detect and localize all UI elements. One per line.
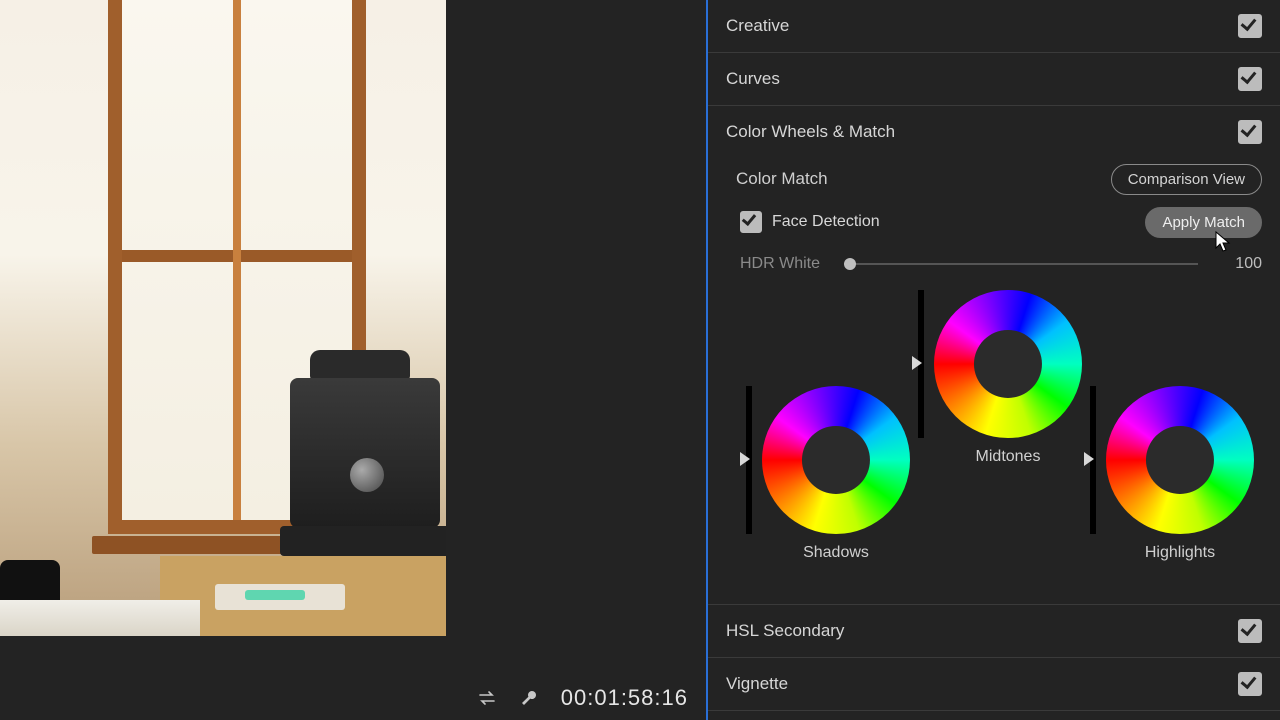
shadows-color-wheel[interactable] — [762, 386, 910, 534]
hsl-toggle[interactable] — [1238, 619, 1262, 643]
hdr-white-slider[interactable] — [844, 263, 1198, 265]
section-creative[interactable]: Creative — [708, 0, 1280, 53]
creative-toggle[interactable] — [1238, 14, 1262, 38]
highlights-label: Highlights — [1145, 544, 1215, 562]
swap-icon[interactable] — [477, 688, 497, 708]
face-detection-row: Face Detection Apply Match — [726, 200, 1262, 244]
midtones-label: Midtones — [976, 448, 1041, 466]
shadows-label: Shadows — [803, 544, 869, 562]
color-wheels-header[interactable]: Color Wheels & Match — [726, 106, 1262, 158]
vignette-toggle[interactable] — [1238, 672, 1262, 696]
scene-tray — [215, 584, 345, 610]
midtones-luma-handle[interactable] — [912, 356, 922, 370]
section-curves[interactable]: Curves — [708, 53, 1280, 106]
timecode[interactable]: 00:01:58:16 — [561, 685, 688, 711]
section-color-wheels: Color Wheels & Match Color Match Compari… — [708, 106, 1280, 605]
shadows-wheel-group: Shadows — [746, 386, 910, 562]
section-vignette[interactable]: Vignette — [708, 658, 1280, 711]
color-wheels-area: Shadows Midtones Highlights — [726, 290, 1262, 590]
midtones-luma-slider[interactable] — [918, 290, 924, 438]
midtones-wheel-group: Midtones — [918, 290, 1082, 466]
preview-letterbox — [446, 0, 706, 720]
wrench-icon[interactable] — [519, 688, 539, 708]
colorwheels-toggle[interactable] — [1238, 120, 1262, 144]
section-hsl-secondary[interactable]: HSL Secondary — [708, 605, 1280, 658]
face-detection-label: Face Detection — [772, 213, 880, 231]
hdr-white-value[interactable]: 100 — [1226, 255, 1262, 273]
hdr-white-label: HDR White — [740, 255, 830, 273]
video-preview[interactable] — [0, 0, 446, 636]
color-match-row: Color Match Comparison View — [726, 158, 1262, 200]
preview-toolbar: 00:01:58:16 — [0, 676, 706, 720]
shadows-luma-slider[interactable] — [746, 386, 752, 534]
section-title: Creative — [726, 16, 789, 36]
apply-match-button[interactable]: Apply Match — [1145, 207, 1262, 238]
scene-foreground — [0, 600, 200, 636]
app-root: 00:01:58:16 Creative Curves Color Wheels… — [0, 0, 1280, 720]
highlights-luma-handle[interactable] — [1084, 452, 1094, 466]
shadows-luma-handle[interactable] — [740, 452, 750, 466]
color-match-heading: Color Match — [736, 169, 828, 189]
section-title: Vignette — [726, 674, 788, 694]
preview-pane: 00:01:58:16 — [0, 0, 708, 720]
midtones-color-wheel[interactable] — [934, 290, 1082, 438]
section-title: Color Wheels & Match — [726, 122, 895, 142]
section-title: HSL Secondary — [726, 621, 844, 641]
slider-thumb[interactable] — [844, 258, 856, 270]
lumetri-panel: Creative Curves Color Wheels & Match Col… — [708, 0, 1280, 720]
curves-toggle[interactable] — [1238, 67, 1262, 91]
highlights-color-wheel[interactable] — [1106, 386, 1254, 534]
hdr-white-row: HDR White 100 — [726, 244, 1262, 284]
highlights-wheel-group: Highlights — [1090, 386, 1254, 562]
section-title: Curves — [726, 69, 780, 89]
comparison-view-button[interactable]: Comparison View — [1111, 164, 1262, 195]
highlights-luma-slider[interactable] — [1090, 386, 1096, 534]
scene-espresso-machine — [280, 350, 446, 560]
face-detection-checkbox[interactable] — [740, 211, 762, 233]
